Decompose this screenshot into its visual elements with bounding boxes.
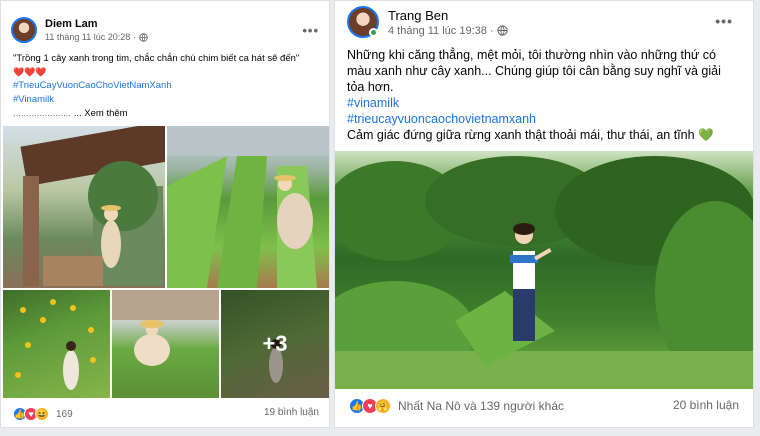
comment-count[interactable]: 20 bình luận — [673, 398, 739, 412]
post-closing: Cảm giác đứng giữa rừng xanh thật thoải … — [347, 128, 714, 142]
post-text: Những khi căng thẳng, mệt mỏi, tôi thườn… — [347, 48, 721, 94]
post-photo[interactable] — [3, 126, 165, 288]
farm-gate-photo — [20, 126, 165, 286]
haha-reaction-icon: 😆 — [35, 407, 49, 421]
post-header: Trang Ben 4 tháng 11 lúc 19:38 · — [347, 6, 508, 38]
author-name[interactable]: Diem Lam — [45, 18, 148, 30]
reaction-count: 169 — [56, 408, 73, 420]
hashtag-link[interactable]: #TrieuCayVuonCaoChoVietNamXanh — [13, 80, 325, 92]
care-reaction-icon: 🤗 — [375, 398, 391, 414]
post-photo[interactable] — [3, 290, 110, 398]
post-card-diem-lam: Diem Lam 11 tháng 11 lúc 20:28 · ••• "Tr… — [0, 0, 330, 428]
more-photos-tile[interactable]: +3 — [221, 290, 329, 398]
online-status-dot — [369, 28, 378, 37]
post-timestamp[interactable]: 4 tháng 11 lúc 19:38 — [388, 25, 487, 37]
globe-icon — [139, 32, 148, 42]
flower-tree-photo — [15, 299, 96, 390]
more-options-icon[interactable]: ••• — [715, 13, 733, 29]
author-name[interactable]: Trang Ben — [388, 8, 508, 23]
post-timestamp[interactable]: 11 tháng 11 lúc 20:28 — [45, 32, 130, 42]
reaction-summary[interactable]: 👍 ♥ 🤗 Nhất Na Nô và 139 người khác — [349, 398, 564, 414]
more-options-icon[interactable]: ••• — [302, 23, 319, 38]
comment-count[interactable]: 19 bình luận — [264, 407, 319, 418]
hashtag-link[interactable]: #vinamilk — [347, 95, 739, 111]
post-quote: "Trồng 1 cây xanh trong tim, chắc chắn c… — [13, 53, 300, 64]
see-more-dots: ...................... — [13, 107, 72, 119]
bamboo-forest-photo — [335, 156, 753, 389]
reaction-names: Nhất Na Nô và 139 người khác — [398, 399, 564, 413]
heart-emojis: ❤️❤️❤️ — [13, 66, 47, 77]
hashtag-link[interactable]: #trieucayvuoncaochovietnamxanh — [347, 111, 739, 127]
seedling-photo — [112, 290, 219, 366]
globe-icon — [496, 25, 508, 36]
more-photos-count: +3 — [221, 290, 329, 398]
post-body: Những khi căng thẳng, mệt mỏi, tôi thườn… — [347, 47, 739, 143]
post-photo[interactable] — [335, 151, 753, 389]
post-photo[interactable] — [167, 126, 329, 288]
post-card-trang-ben: Trang Ben 4 tháng 11 lúc 19:38 · ••• Nhữ… — [334, 0, 754, 428]
see-more-link[interactable]: ... Xem thêm — [74, 108, 128, 119]
reaction-summary[interactable]: 👍 ♥ 😆 169 — [13, 407, 73, 421]
author-avatar[interactable] — [11, 17, 37, 43]
author-avatar[interactable] — [347, 6, 379, 38]
post-body: "Trồng 1 cây xanh trong tim, chắc chắn c… — [13, 53, 325, 120]
greenhouse-photo — [167, 126, 329, 288]
hashtag-link[interactable]: #Vinamilk — [13, 94, 325, 106]
post-header: Diem Lam 11 tháng 11 lúc 20:28 · — [11, 17, 148, 43]
post-photo[interactable] — [112, 290, 219, 398]
